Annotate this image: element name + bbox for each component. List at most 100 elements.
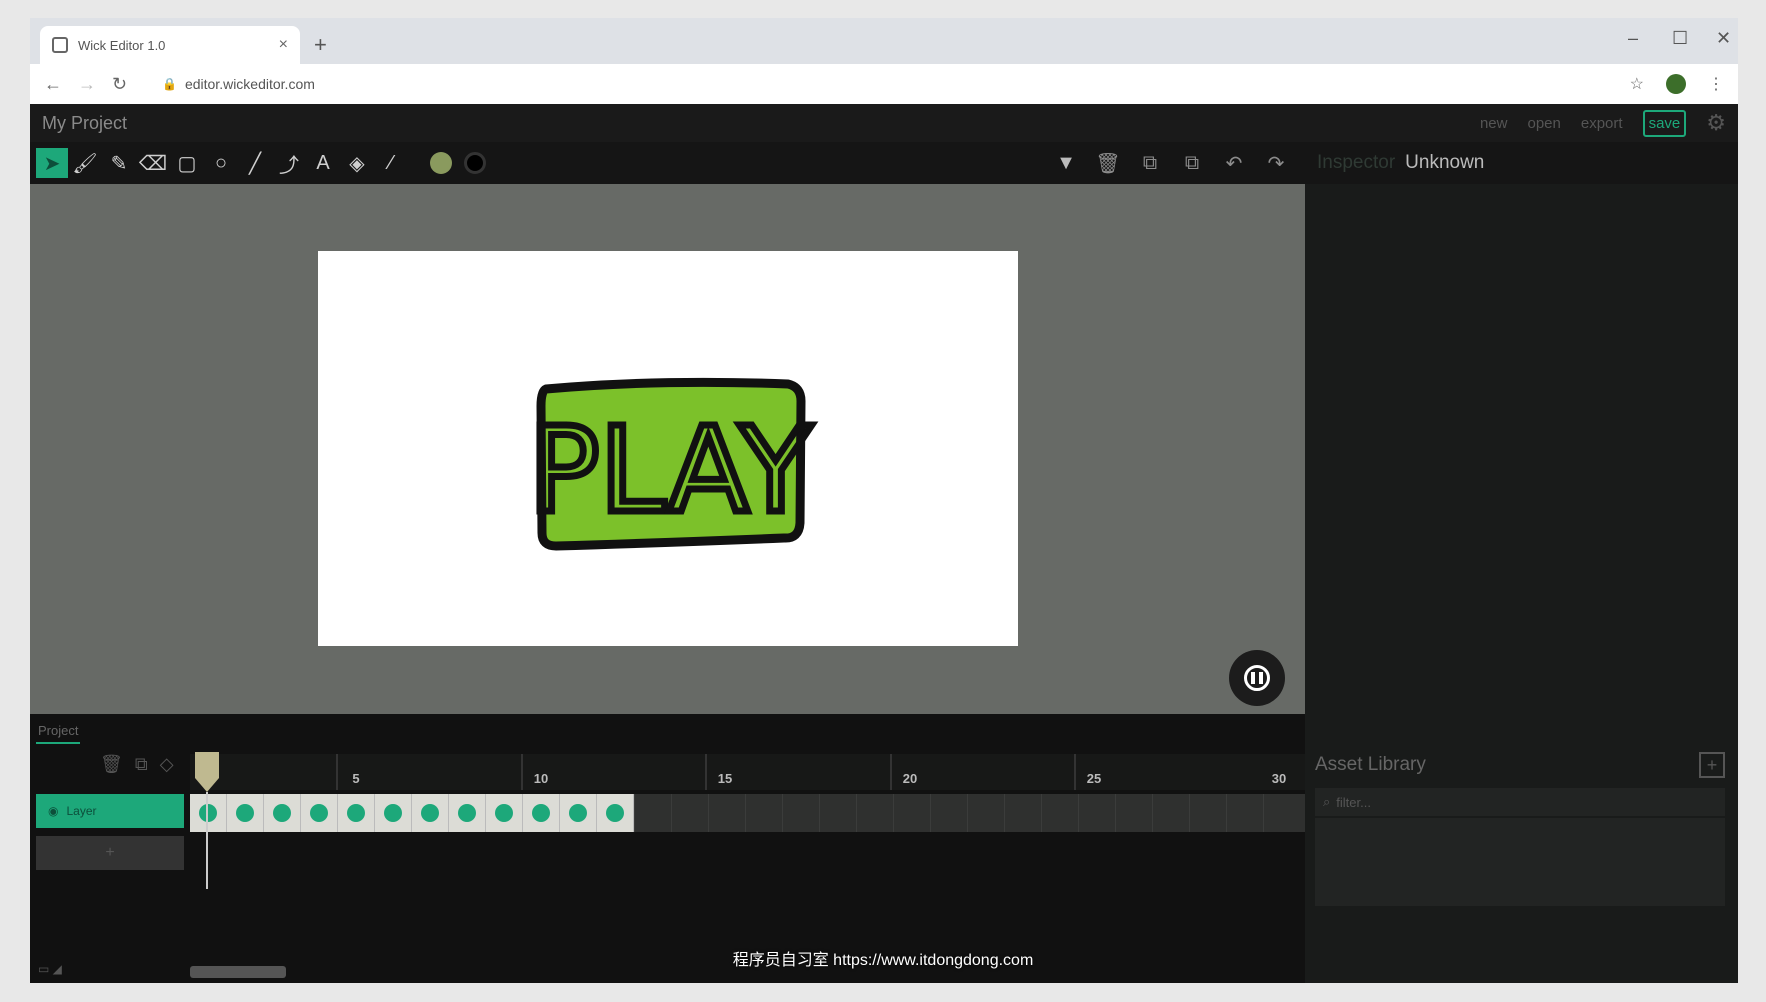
- timeline: Project 🗑 ⧉ ◇ 5 10 15 20 25 30 ◉ Layer +…: [30, 714, 1305, 983]
- new-tab-button[interactable]: +: [314, 32, 327, 58]
- keyframe-cell[interactable]: [375, 794, 412, 832]
- tab-project[interactable]: Project: [36, 723, 81, 744]
- add-layer-button[interactable]: +: [36, 836, 184, 870]
- canvas-area[interactable]: PLAY: [30, 184, 1305, 714]
- layer-name[interactable]: Layer: [66, 804, 96, 818]
- keyframe-cell[interactable]: [412, 794, 449, 832]
- keyframe-icon[interactable]: ◇: [160, 754, 174, 775]
- keyframe-cell[interactable]: [523, 794, 560, 832]
- eyedropper-icon[interactable]: ⁄: [374, 146, 408, 180]
- ruler-tick: 25: [1086, 771, 1102, 786]
- eraser-icon[interactable]: ⌫: [136, 146, 170, 180]
- delete-icon[interactable]: 🗑: [1091, 146, 1125, 180]
- keyframe-cell[interactable]: [338, 794, 375, 832]
- text-icon[interactable]: A: [306, 146, 340, 180]
- maximize-button[interactable]: ☐: [1672, 28, 1688, 49]
- empty-frame-divider: [856, 794, 857, 832]
- keyframe-cell[interactable]: [597, 794, 634, 832]
- timeline-controls: 🗑 ⧉ ◇: [100, 754, 174, 775]
- keyframe-dot: [236, 804, 254, 822]
- asset-list[interactable]: [1315, 818, 1725, 906]
- minimize-button[interactable]: –: [1628, 28, 1638, 49]
- empty-frame-divider: [782, 794, 783, 832]
- cursor-icon[interactable]: ➤: [36, 148, 68, 178]
- keyframe-cell[interactable]: [486, 794, 523, 832]
- save-button[interactable]: save: [1642, 109, 1687, 137]
- star-icon[interactable]: ☆: [1630, 74, 1644, 94]
- ruler-tick: 15: [717, 771, 733, 786]
- project-name[interactable]: My Project: [42, 113, 127, 134]
- back-icon[interactable]: ←: [44, 74, 78, 95]
- redo-icon[interactable]: ↷: [1259, 146, 1293, 180]
- pause-icon: [1244, 665, 1270, 691]
- gear-icon[interactable]: ⚙: [1706, 110, 1726, 136]
- stroke-color-swatch[interactable]: [464, 152, 486, 174]
- keyframe-dot: [310, 804, 328, 822]
- wick-editor: My Project new open export save ⚙ ➤ 🖌 ✎ …: [30, 104, 1738, 983]
- brush-icon[interactable]: 🖌: [68, 146, 102, 180]
- browser-window: Wick Editor 1.0 × + – ☐ ✕ ← → ↻ 🔒 editor…: [30, 18, 1738, 983]
- frame-track[interactable]: [190, 794, 1305, 832]
- keyframe-dot: [273, 804, 291, 822]
- rectangle-icon[interactable]: ▢: [170, 146, 204, 180]
- pencil-icon[interactable]: ✎: [102, 146, 136, 180]
- ruler-tick: 20: [902, 771, 918, 786]
- canvas-actions: ▼ 🗑 ⧉ ⧉ ↶ ↷: [1049, 142, 1293, 184]
- layer-row-selected[interactable]: ◉ Layer: [36, 794, 184, 828]
- play-button-graphic[interactable]: PLAY: [318, 251, 1018, 646]
- file-menu: new open export save ⚙: [1480, 109, 1726, 137]
- play-label: PLAY: [528, 401, 812, 539]
- inspector-header: Inspector Unknown: [1305, 142, 1738, 184]
- ruler-divider: [1074, 754, 1076, 790]
- stage[interactable]: PLAY: [318, 251, 1018, 646]
- url-field[interactable]: editor.wickeditor.com: [185, 76, 1608, 92]
- eye-icon[interactable]: ◉: [48, 804, 58, 818]
- profile-avatar[interactable]: [1666, 74, 1686, 94]
- empty-frame-divider: [893, 794, 894, 832]
- empty-frame-divider: [1152, 794, 1153, 832]
- paste-icon[interactable]: ⧉: [1175, 146, 1209, 180]
- pause-button[interactable]: [1229, 650, 1285, 706]
- browser-menu-icon[interactable]: ⋮: [1708, 74, 1724, 94]
- undo-icon[interactable]: ↶: [1217, 146, 1251, 180]
- fill-bucket-icon[interactable]: ◈: [340, 146, 374, 180]
- fill-color-swatch[interactable]: [430, 152, 452, 174]
- ruler-divider: [705, 754, 707, 790]
- keyframe-dot: [532, 804, 550, 822]
- keyframe-cell[interactable]: [264, 794, 301, 832]
- keyframe-dot: [606, 804, 624, 822]
- export-button[interactable]: export: [1581, 115, 1623, 132]
- inspector-title: Inspector: [1317, 152, 1396, 173]
- browser-tab[interactable]: Wick Editor 1.0 ×: [40, 26, 300, 64]
- keyframe-dot: [421, 804, 439, 822]
- copy-icon[interactable]: ⧉: [1133, 146, 1167, 180]
- path-cursor-icon[interactable]: ⤴: [272, 146, 306, 180]
- keyframe-cell[interactable]: [301, 794, 338, 832]
- line-icon[interactable]: ╱: [238, 146, 272, 180]
- keyframe-cell[interactable]: [560, 794, 597, 832]
- reload-icon[interactable]: ↻: [112, 74, 146, 95]
- keyframe-dot: [384, 804, 402, 822]
- delete-layer-icon[interactable]: 🗑: [100, 754, 123, 775]
- tab-strip: Wick Editor 1.0 × + – ☐ ✕: [30, 18, 1738, 64]
- close-tab-icon[interactable]: ×: [279, 36, 288, 54]
- empty-frame-divider: [1041, 794, 1042, 832]
- close-window-button[interactable]: ✕: [1716, 28, 1731, 49]
- add-asset-button[interactable]: +: [1699, 752, 1725, 778]
- ruler-divider: [521, 754, 523, 790]
- frame-ruler[interactable]: 5 10 15 20 25 30: [190, 754, 1305, 790]
- ruler-tick: 10: [533, 771, 549, 786]
- dropdown-icon[interactable]: ▼: [1049, 146, 1083, 180]
- favicon-icon: [52, 37, 68, 53]
- forward-icon[interactable]: →: [78, 74, 112, 95]
- copy-frame-icon[interactable]: ⧉: [135, 754, 148, 775]
- asset-filter-placeholder: filter...: [1336, 794, 1371, 810]
- ellipse-icon[interactable]: ○: [204, 146, 238, 180]
- empty-frame-divider: [671, 794, 672, 832]
- new-button[interactable]: new: [1480, 115, 1508, 132]
- keyframe-cell[interactable]: [190, 794, 227, 832]
- open-button[interactable]: open: [1528, 115, 1561, 132]
- keyframe-cell[interactable]: [449, 794, 486, 832]
- keyframe-cell[interactable]: [227, 794, 264, 832]
- asset-filter-input[interactable]: ⌕ filter...: [1315, 788, 1725, 816]
